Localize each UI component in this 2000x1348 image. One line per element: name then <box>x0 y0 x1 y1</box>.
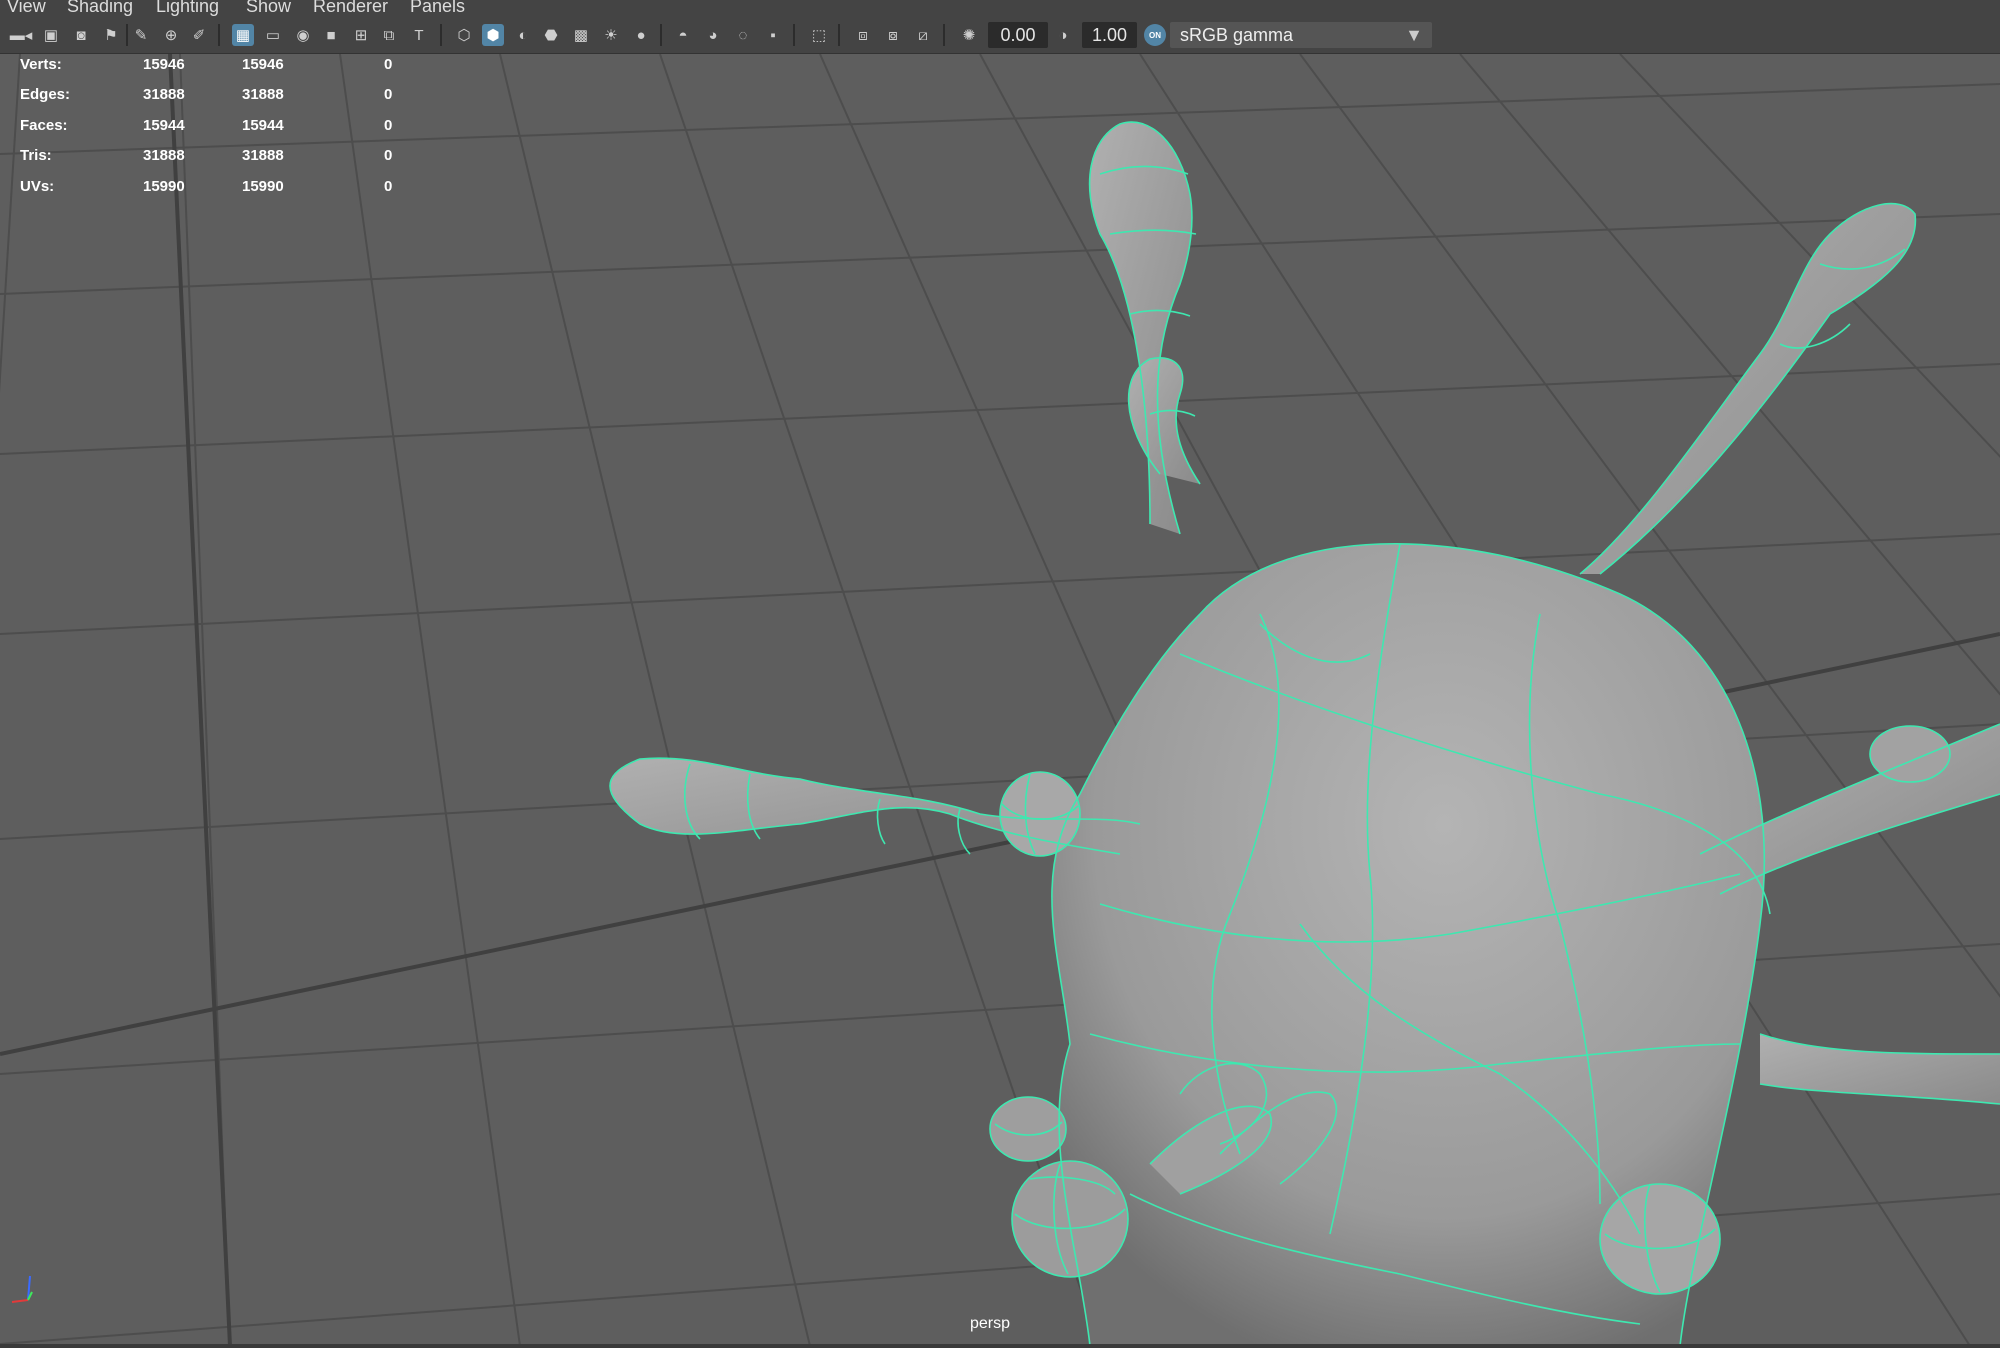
hud-label: UVs: <box>20 178 55 195</box>
gamma-field[interactable]: 1.00 <box>1082 22 1137 48</box>
view-axis-gizmo-icon <box>11 1275 33 1303</box>
hud-value: 0 <box>384 56 393 73</box>
hud-value: 15990 <box>242 178 284 195</box>
wireframe-icon[interactable]: ⬡ <box>453 24 475 46</box>
camera-bookmark-icon[interactable]: ◙ <box>70 24 92 46</box>
hud-value: 0 <box>384 147 393 164</box>
color-space-value: sRGB gamma <box>1180 25 1294 45</box>
toolbar-separator <box>218 24 220 46</box>
toolbar-separator <box>660 24 662 46</box>
panel-menu-bar: View Shading Lighting Show Renderer Pane… <box>0 0 2000 17</box>
shadows-icon[interactable]: ● <box>630 24 652 46</box>
hud-label: Verts: <box>20 56 62 73</box>
hud-label: Tris: <box>20 147 52 164</box>
hud-value: 31888 <box>242 147 284 164</box>
chevron-down-icon: ▼ <box>1405 25 1423 45</box>
color-space-dropdown[interactable]: sRGB gamma ▼ <box>1170 22 1432 48</box>
hud-value: 0 <box>384 86 393 103</box>
use-all-lights-icon[interactable]: ☀ <box>600 24 622 46</box>
hud-value: 31888 <box>143 86 185 103</box>
hud-value: 0 <box>384 178 393 195</box>
hud-value: 31888 <box>242 86 284 103</box>
gate-mask-icon[interactable]: ■ <box>320 24 342 46</box>
exposure-icon[interactable]: ✺ <box>958 24 980 46</box>
backface-culling-icon[interactable]: ⧄ <box>912 24 934 46</box>
multisample-antialiasing-icon[interactable]: ◌ <box>732 24 754 46</box>
film-gate-icon[interactable]: ▭ <box>262 24 284 46</box>
menu-show[interactable]: Show <box>246 0 291 16</box>
safe-action-icon[interactable]: ⧉ <box>378 24 400 46</box>
menu-shading[interactable]: Shading <box>67 0 133 16</box>
image-plane-icon[interactable]: ✎ <box>130 24 152 46</box>
menu-view[interactable]: View <box>7 0 46 16</box>
smooth-shade-all-icon[interactable]: ⬢ <box>482 24 504 46</box>
hud-label: Faces: <box>20 117 68 134</box>
camera-attributes-icon[interactable]: ▣ <box>40 24 62 46</box>
2d-pan-zoom-icon[interactable]: ⊕ <box>160 24 182 46</box>
field-chart-icon[interactable]: ⊞ <box>350 24 372 46</box>
hud-value: 31888 <box>143 147 185 164</box>
camera-name-label: persp <box>969 1315 1011 1332</box>
hud-value: 15990 <box>143 178 185 195</box>
bookmark-icon[interactable]: ⚑ <box>100 24 122 46</box>
exposure-field[interactable]: 0.00 <box>988 22 1048 48</box>
gamma-icon[interactable]: ◑ <box>1052 24 1074 46</box>
viewport-3d[interactable] <box>0 54 2000 1346</box>
grease-pencil-icon[interactable]: ✐ <box>188 24 210 46</box>
resolution-gate-icon[interactable]: ◉ <box>292 24 314 46</box>
screen-space-ambient-occlusion-icon[interactable]: ◓ <box>672 24 694 46</box>
menu-renderer[interactable]: Renderer <box>313 0 388 16</box>
safe-title-icon[interactable]: T <box>408 24 430 46</box>
hud-value: 15944 <box>242 117 284 134</box>
isolate-select-icon[interactable]: ⬚ <box>808 24 830 46</box>
toolbar-separator <box>838 24 840 46</box>
hud-value: 0 <box>384 117 393 134</box>
xray-joints-icon[interactable]: ⧈ <box>852 24 874 46</box>
toolbar-separator <box>440 24 442 46</box>
camera-select-icon[interactable]: ▬◂ <box>10 24 33 46</box>
toolbar-separator <box>793 24 795 46</box>
xray-active-components-icon[interactable]: ⧇ <box>882 24 904 46</box>
menu-lighting[interactable]: Lighting <box>156 0 219 16</box>
grid-icon[interactable]: ▦ <box>232 24 254 46</box>
use-default-material-icon[interactable]: ◐ <box>512 24 534 46</box>
menu-panels[interactable]: Panels <box>410 0 465 16</box>
hud-value: 15946 <box>242 56 284 73</box>
panel-bottom-border <box>0 1344 2000 1348</box>
hud-label: Edges: <box>20 86 71 103</box>
toolbar-separator <box>126 24 128 46</box>
hud-value: 15946 <box>143 56 185 73</box>
motion-blur-icon[interactable]: ◕ <box>702 24 724 46</box>
color-management-icon[interactable]: ON <box>1144 24 1166 46</box>
xray-icon[interactable]: ▩ <box>570 24 592 46</box>
depth-of-field-icon[interactable]: ▪ <box>762 24 784 46</box>
wireframe-on-shaded-icon[interactable]: ⬣ <box>540 24 562 46</box>
toolbar-separator <box>943 24 945 46</box>
hud-value: 15944 <box>143 117 185 134</box>
